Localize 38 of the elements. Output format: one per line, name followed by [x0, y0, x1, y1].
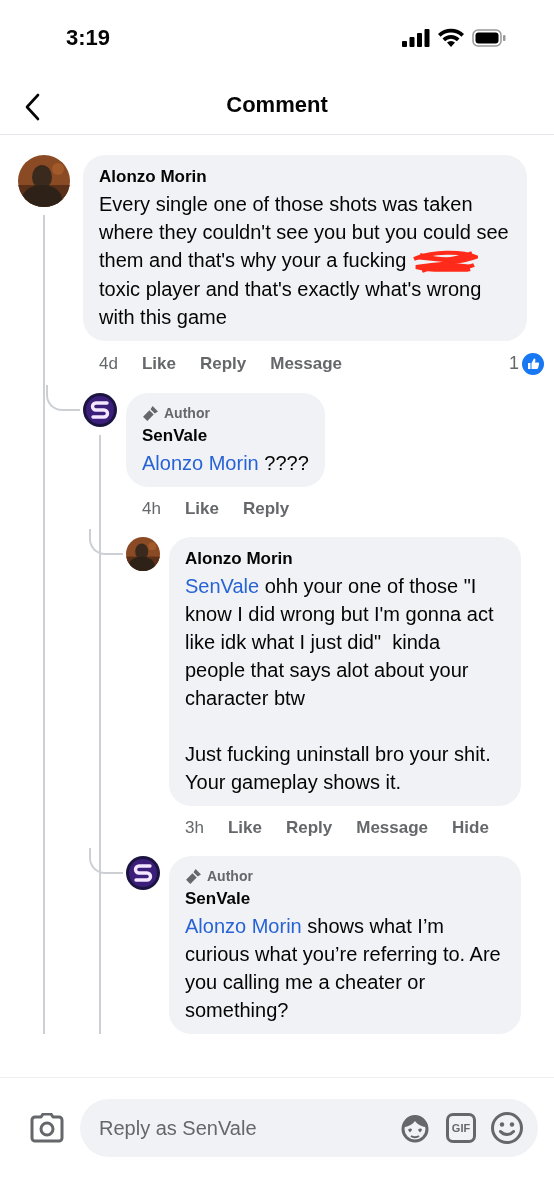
logo-avatar-icon — [83, 392, 117, 427]
author-label: Author — [207, 868, 253, 885]
comment-text: Alonzo Morin ???? — [142, 450, 309, 476]
redaction-scribble — [411, 248, 478, 275]
comment-time: 3h — [185, 817, 204, 838]
battery-icon — [472, 28, 506, 47]
camera-icon[interactable] — [30, 1113, 64, 1143]
author-label: Author — [164, 405, 210, 422]
author-name[interactable]: Alonzo Morin — [99, 167, 511, 187]
comment-action-link[interactable]: Like — [184, 498, 219, 519]
comment-action-link[interactable]: Reply — [285, 817, 333, 838]
comment-action-link[interactable]: Like — [141, 353, 176, 374]
comment-action-link[interactable]: Message — [356, 817, 429, 838]
comment-text: Every single one of those shots was taken where they couldn't see you but you could see them and that's why your a fucking toxic player and that's exactly what's wrong with this game — [99, 192, 510, 330]
microphone-icon — [142, 404, 159, 422]
microphone-icon — [185, 867, 202, 885]
reaction-count: 1 — [509, 353, 519, 375]
logo-avatar-icon — [126, 855, 160, 890]
comment-time: 4h — [142, 498, 161, 519]
author-name[interactable]: Alonzo Morin — [185, 548, 505, 569]
thumbs-up-icon — [522, 352, 544, 375]
comment-time: 4d — [99, 353, 118, 374]
comment-action-link[interactable]: Message — [270, 353, 343, 374]
author-name[interactable]: SenVale — [142, 425, 309, 446]
reply-field[interactable]: Reply as SenVale GIF — [80, 1099, 538, 1157]
comment-action-link[interactable]: Reply — [242, 498, 290, 519]
comment-action-link[interactable]: Like — [227, 817, 262, 838]
emoji-icon[interactable] — [490, 1111, 524, 1145]
comment-action-link[interactable]: Reply — [199, 353, 247, 374]
status-time: 3:19 — [66, 24, 111, 51]
signal-icon — [402, 28, 430, 47]
wifi-icon — [438, 28, 464, 47]
gif-button[interactable]: GIF — [446, 1113, 476, 1143]
page-title: Comment — [226, 91, 328, 118]
comment-text: SenVale ohh your one of those "I know I did wrong but I'm gonna act like idk what I just did" kinda people that says alot about your character btw Just fucking uninstall bro your shit. Your gameplay shows it. — [185, 573, 495, 795]
author-name[interactable]: SenVale — [185, 888, 505, 909]
comment-text: Alonzo Morin shows what I’m curious what you’re referring to. Are you calling me a cheater or something? — [185, 913, 502, 1023]
comment-action-link[interactable]: Hide — [452, 817, 489, 838]
